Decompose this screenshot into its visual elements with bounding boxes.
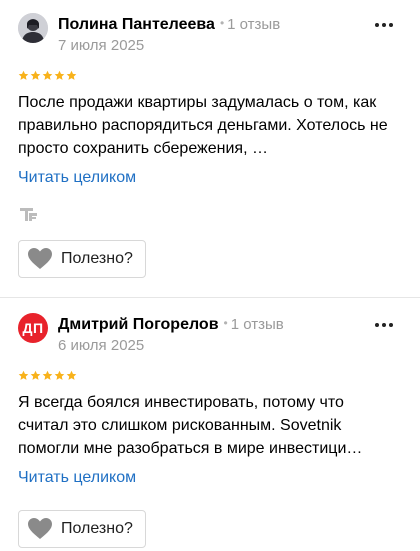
star-icon [18,370,29,380]
author-review-count: 1 отзыв [230,316,284,333]
author-review-count: 1 отзыв [227,16,281,33]
tf-logo-icon [20,208,37,221]
star-icon [54,70,65,80]
review-card: ДП Дмитрий Погорелов • 1 отзыв 6 июля 2025… [0,300,420,551]
heart-icon [28,518,52,539]
review-divider [0,297,420,298]
star-icon [42,370,53,380]
heart-icon [28,248,52,269]
author-name[interactable]: Дмитрий Погорелов [58,316,219,333]
source-logo [19,204,39,224]
review-date: 6 июля 2025 [58,337,145,354]
star-icon [30,70,41,80]
user-photo-icon [18,13,48,43]
star-icon [66,70,77,80]
separator-dot: • [223,316,228,330]
review-date: 7 июля 2025 [58,37,145,54]
helpful-button[interactable]: Полезно? [18,510,146,548]
star-rating [18,70,77,81]
helpful-label: Полезно? [61,520,133,537]
read-more-link[interactable]: Читать целиком [18,168,136,188]
review-card: Полина Пантелеева • 1 отзыв 7 июля 2025 По… [0,0,420,296]
more-dots-icon [375,23,393,27]
star-rating [18,370,77,381]
author-line: Дмитрий Погорелов • 1 отзыв [58,313,284,335]
more-options-button[interactable] [374,316,394,332]
star-icon [18,70,29,80]
review-text: Я всегда боялся инвестировать, потому чт… [18,394,363,457]
review-text: После продажи квартиры задумалась о том,… [18,94,388,157]
star-icon [42,70,53,80]
helpful-label: Полезно? [61,250,133,267]
star-icon [66,370,77,380]
separator-dot: • [219,16,225,30]
more-dots-icon [375,323,393,327]
avatar[interactable] [18,13,48,43]
more-options-button[interactable] [374,16,394,32]
helpful-button[interactable]: Полезно? [18,240,146,278]
author-line: Полина Пантелеева • 1 отзыв [58,13,280,35]
star-icon [30,370,41,380]
star-icon [54,370,65,380]
avatar[interactable]: ДП [18,313,48,343]
read-more-link[interactable]: Читать целиком [18,468,136,488]
author-name[interactable]: Полина Пантелеева [58,16,215,33]
